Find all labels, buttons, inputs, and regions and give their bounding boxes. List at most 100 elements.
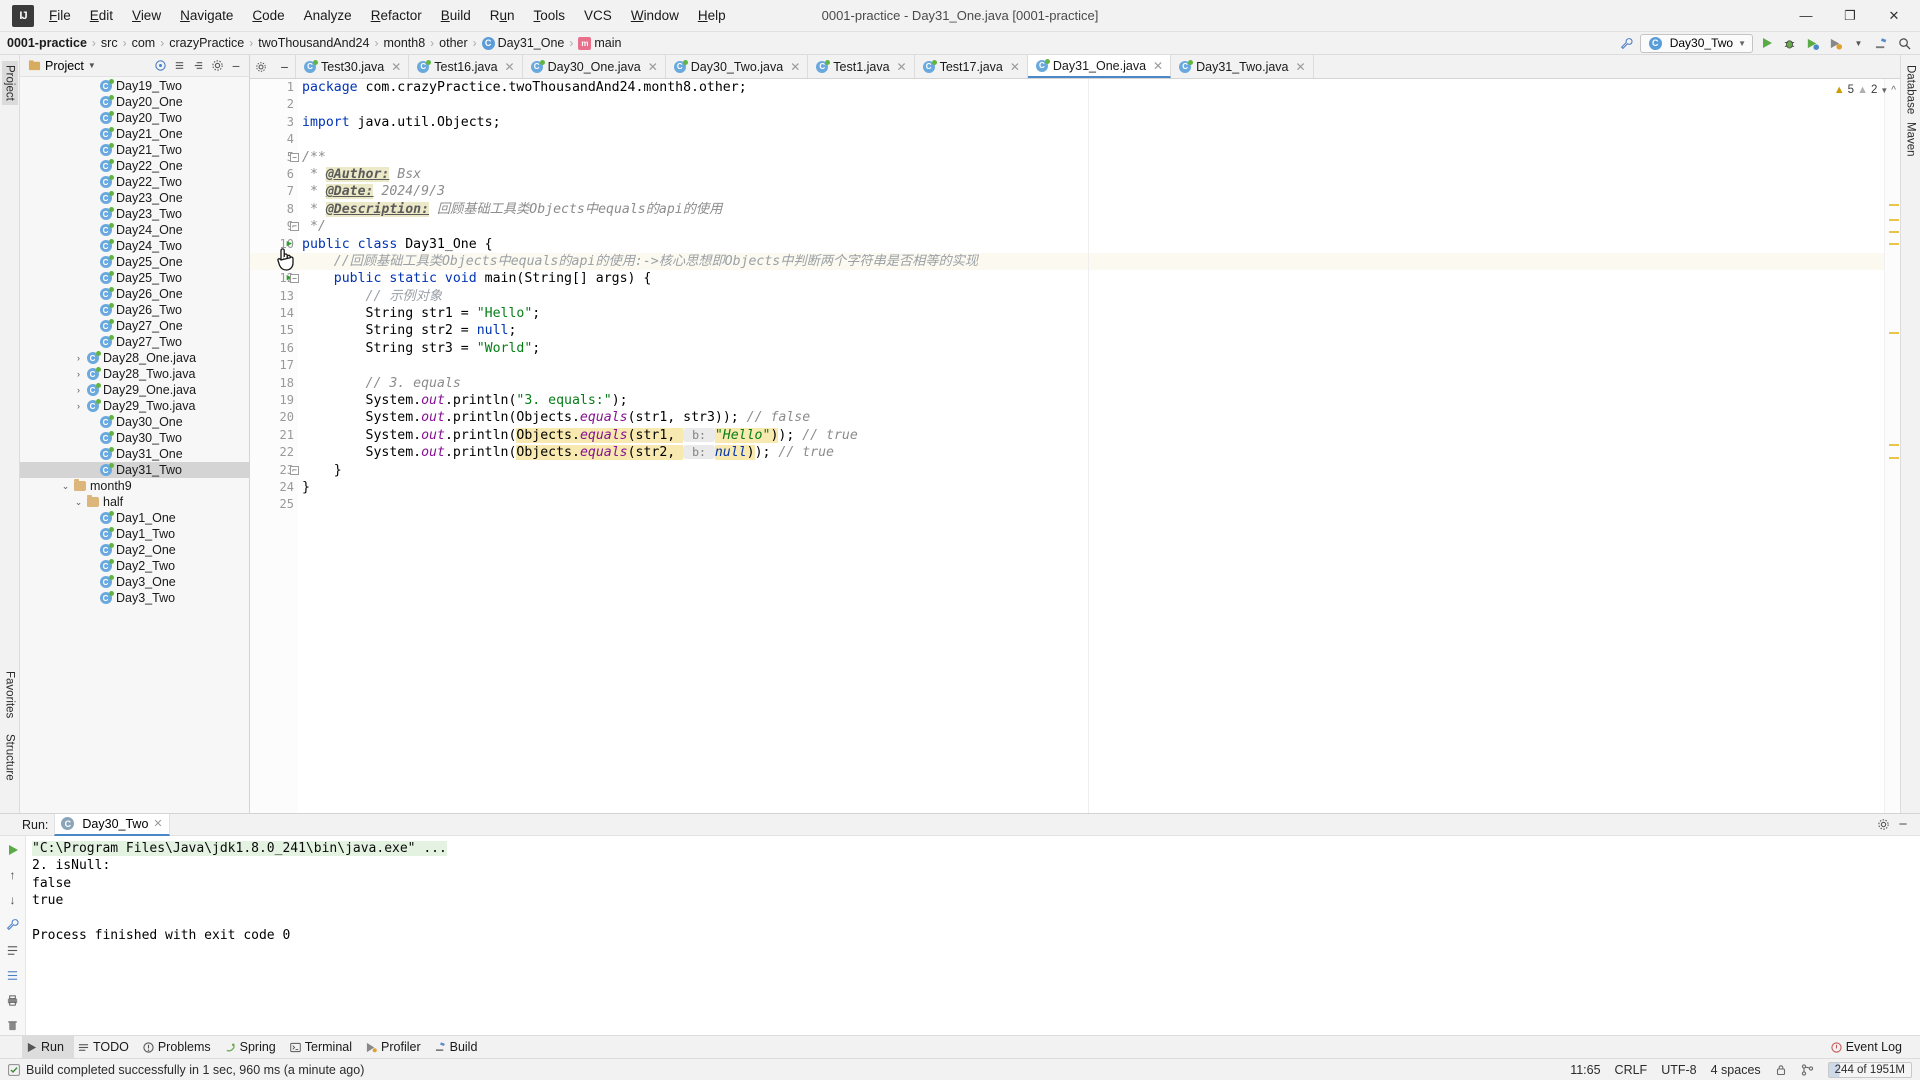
close-icon[interactable]: ✕	[1296, 60, 1306, 74]
chevron-icon[interactable]: ›	[72, 353, 85, 363]
close-icon[interactable]: ✕	[648, 60, 658, 74]
tree-node[interactable]: C Day25_Two	[20, 270, 249, 286]
up-arrow-icon[interactable]: ↑	[3, 865, 23, 884]
breadcrumb-item-crazypractice[interactable]: crazyPractice	[166, 36, 247, 50]
build-hammer-icon[interactable]	[1872, 34, 1891, 53]
chevron-down-icon[interactable]: ▼	[1849, 34, 1868, 53]
gutter-line[interactable]: 7	[250, 183, 298, 200]
tree-node[interactable]: C Day27_Two	[20, 334, 249, 350]
gear-icon[interactable]	[208, 57, 226, 75]
code-line[interactable]: System.out.println(Objects.equals(str1, …	[298, 427, 1884, 444]
chevron-icon[interactable]: ⌄	[59, 481, 72, 492]
gutter-line[interactable]: 22	[250, 444, 298, 461]
chevron-icon[interactable]: ›	[72, 369, 85, 379]
gutter-line[interactable]: 13	[250, 288, 298, 305]
rerun-icon[interactable]	[3, 840, 23, 859]
project-tree[interactable]: C Day19_Two C Day20_One C Day20_Two C Day21_One…	[20, 77, 249, 813]
tree-node[interactable]: ⌄ month9	[20, 478, 249, 494]
code-line[interactable]: }	[298, 479, 1884, 496]
tree-node[interactable]: › C Day29_Two.java	[20, 398, 249, 414]
code-line[interactable]: public static void main(String[] args) {	[298, 270, 1884, 287]
menu-analyze[interactable]: Analyze	[295, 4, 361, 27]
chevron-icon[interactable]: ›	[72, 401, 85, 411]
gutter-line[interactable]: 11	[250, 252, 298, 271]
coverage-icon[interactable]	[1803, 34, 1822, 53]
collapse-all-icon[interactable]	[170, 57, 188, 75]
search-everywhere-icon[interactable]	[1895, 34, 1914, 53]
editor-tab[interactable]: C Day31_One.java ✕	[1027, 55, 1172, 78]
bottom-tab-profiler[interactable]: Profiler	[362, 1036, 431, 1059]
maximize-button[interactable]: ❐	[1828, 1, 1872, 31]
trash-icon[interactable]	[3, 1016, 23, 1035]
menu-code[interactable]: Code	[243, 4, 293, 27]
tree-node[interactable]: C Day22_Two	[20, 174, 249, 190]
tree-node[interactable]: C Day1_Two	[20, 526, 249, 542]
gutter-line[interactable]: 2	[250, 96, 298, 113]
menu-view[interactable]: View	[123, 4, 170, 27]
gear-icon[interactable]	[251, 57, 270, 76]
gutter-line[interactable]: 3	[250, 114, 298, 131]
target-icon[interactable]	[151, 57, 169, 75]
bottom-tab-run[interactable]: Run	[22, 1035, 74, 1059]
tree-node[interactable]: C Day3_Two	[20, 590, 249, 606]
code-line[interactable]: import java.util.Objects;	[298, 114, 1884, 131]
gutter-line[interactable]: 25	[250, 496, 298, 513]
code-line[interactable]: public class Day31_One {	[298, 236, 1884, 253]
breadcrumb-item-method[interactable]: m main	[575, 36, 624, 50]
menu-run[interactable]: Run	[481, 4, 524, 27]
tree-node[interactable]: C Day23_Two	[20, 206, 249, 222]
tree-node[interactable]: C Day21_Two	[20, 142, 249, 158]
gutter-line[interactable]: 16	[250, 340, 298, 357]
code-line[interactable]: * @Author: Bsx	[298, 166, 1884, 183]
gutter-line[interactable]: 18	[250, 375, 298, 392]
breadcrumb-item-com[interactable]: com	[129, 36, 159, 50]
close-icon[interactable]: ✕	[391, 60, 401, 74]
tree-node[interactable]: › C Day28_One.java	[20, 350, 249, 366]
tree-node[interactable]: C Day30_Two	[20, 430, 249, 446]
menu-tools[interactable]: Tools	[525, 4, 575, 27]
caret-position[interactable]: 11:65	[1570, 1063, 1600, 1077]
gutter-line[interactable]: ▶−12	[250, 270, 299, 287]
hide-panel-icon[interactable]: −	[227, 57, 245, 75]
editor-gutter[interactable]: 1 2 3 4 −56 7 8 ⌐9▶1011 ▶−1213 14 15 16 17 18 19 20 21 22…	[250, 79, 299, 813]
menu-build[interactable]: Build	[432, 4, 480, 27]
code-line[interactable]	[298, 96, 1884, 113]
run-session-tab[interactable]: C Day30_Two ✕	[54, 813, 170, 836]
print-icon[interactable]	[3, 991, 23, 1010]
event-log-button[interactable]: Event Log	[1827, 1036, 1912, 1059]
breadcrumb-item-class[interactable]: C Day31_One	[479, 36, 568, 50]
profile-icon[interactable]	[1826, 34, 1845, 53]
code-line[interactable]: */	[298, 218, 1884, 235]
wrench-icon[interactable]	[3, 915, 23, 934]
tree-node[interactable]: C Day22_One	[20, 158, 249, 174]
bottom-tab-build[interactable]: Build	[431, 1036, 488, 1059]
run-gutter-icon[interactable]: ▶	[278, 236, 292, 253]
tree-node[interactable]: C Day2_Two	[20, 558, 249, 574]
sidebar-item-maven[interactable]: Maven	[1903, 118, 1919, 161]
gutter-line[interactable]: 19	[250, 392, 298, 409]
chevron-up-icon[interactable]: ^	[1891, 85, 1896, 96]
code-line[interactable]	[298, 496, 1884, 513]
close-icon[interactable]: ✕	[1010, 60, 1020, 74]
menu-refactor[interactable]: Refactor	[362, 4, 431, 27]
editor-tab[interactable]: C Test1.java ✕	[808, 55, 915, 78]
breadcrumb-item-twothousandand24[interactable]: twoThousandAnd24	[255, 36, 372, 50]
breadcrumb-item-project[interactable]: 0001-practice	[4, 36, 90, 50]
branch-icon[interactable]	[1801, 1063, 1814, 1076]
menu-edit[interactable]: Edit	[81, 4, 122, 27]
menu-file[interactable]: File	[40, 4, 80, 27]
minimize-button[interactable]: —	[1784, 1, 1828, 31]
tree-node[interactable]: C Day24_One	[20, 222, 249, 238]
file-encoding[interactable]: UTF-8	[1661, 1063, 1696, 1077]
tree-node[interactable]: C Day31_One	[20, 446, 249, 462]
code-line[interactable]: }	[298, 462, 1884, 479]
console-output[interactable]: "C:\Program Files\Java\jdk1.8.0_241\bin\…	[26, 836, 1920, 1035]
expand-all-icon[interactable]	[189, 57, 207, 75]
soft-wrap-icon[interactable]	[3, 941, 23, 960]
code-editor[interactable]: 1234−5678⌐9▶1011▶−1213141516171819202122…	[250, 79, 1900, 813]
tree-node[interactable]: C Day1_One	[20, 510, 249, 526]
editor-marker-bar[interactable]	[1884, 79, 1900, 813]
tree-node[interactable]: C Day26_One	[20, 286, 249, 302]
chevron-down-icon[interactable]: ▼	[1880, 86, 1888, 95]
gutter-line[interactable]: 8	[250, 201, 298, 218]
